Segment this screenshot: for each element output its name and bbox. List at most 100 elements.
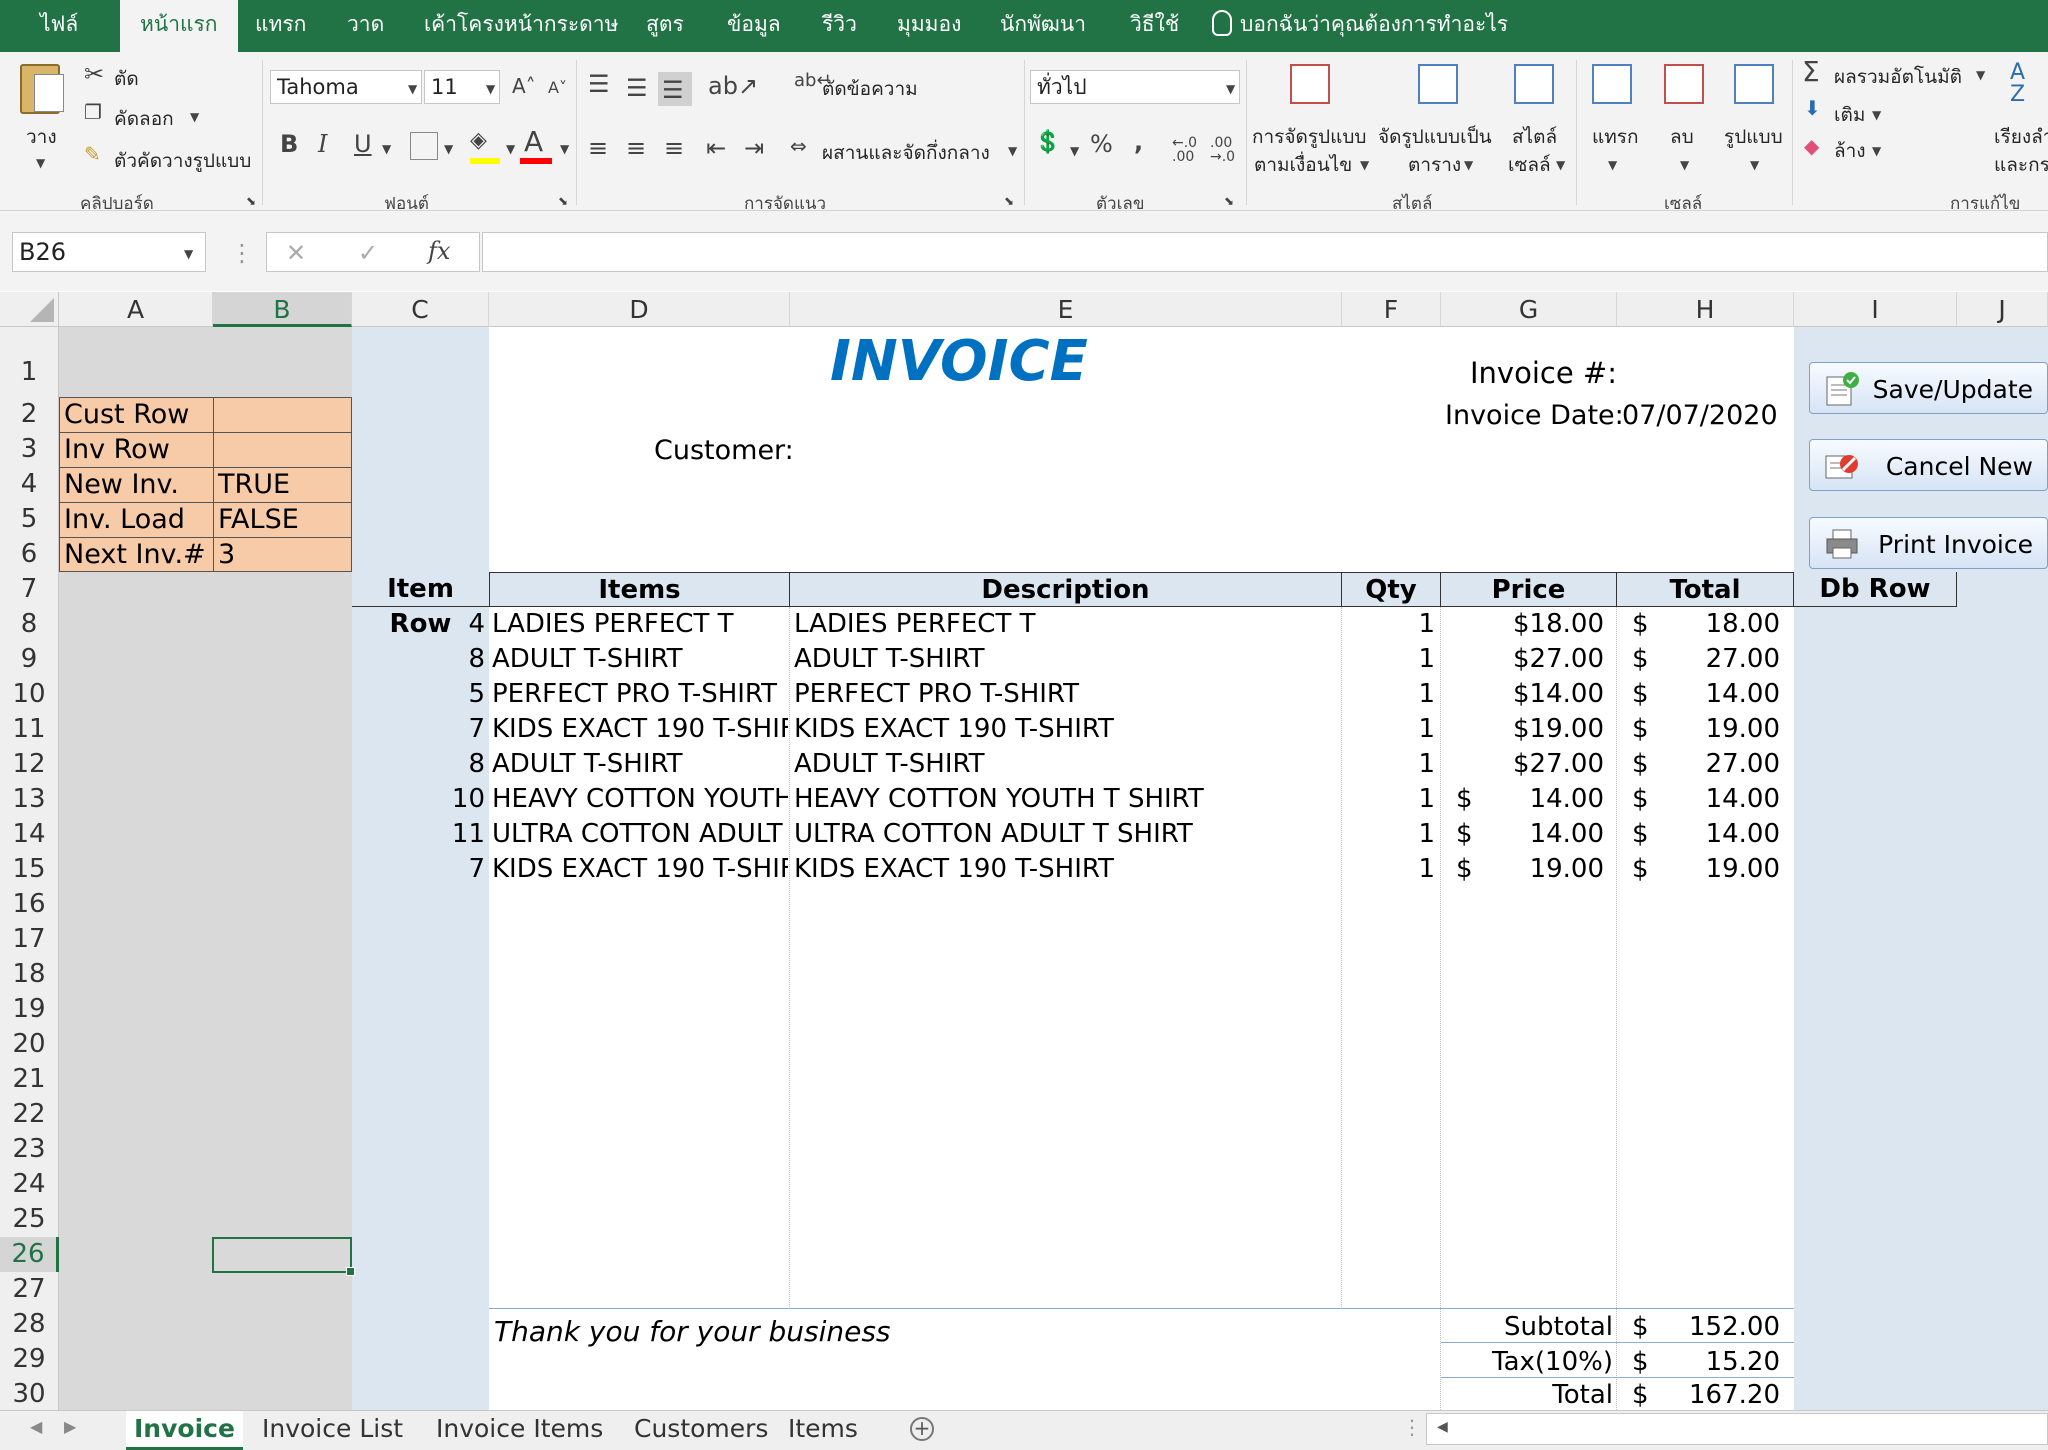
comma-style-button[interactable]: , [1134, 130, 1143, 154]
column-header-e[interactable]: E [790, 292, 1342, 327]
tell-me-search[interactable]: บอกฉันว่าคุณต้องการทำอะไร [1212, 0, 1508, 52]
row-header-14[interactable]: 14 [0, 817, 59, 852]
subtotal-value[interactable]: 152.00 [1617, 1310, 1780, 1345]
line-item-price[interactable]: $19.00 [1441, 712, 1604, 747]
sheet-tab-customers[interactable]: Customers [634, 1411, 768, 1447]
increase-decimal-icon[interactable]: ←.0.00 [1172, 136, 1197, 164]
line-item-price[interactable]: $14.00 [1441, 677, 1604, 712]
align-top-icon[interactable]: ☰ [588, 72, 610, 96]
fill-handle[interactable] [346, 1267, 355, 1276]
line-item-total[interactable]: 14.00 [1617, 677, 1780, 712]
row-header-3[interactable]: 3 [0, 432, 59, 467]
cell-a3[interactable]: Inv Row [59, 432, 214, 468]
merge-center-button[interactable]: ผสานและจัดกึ่งกลาง [822, 138, 990, 168]
fill-button[interactable]: เติม [1834, 100, 1865, 130]
borders-dropdown-icon[interactable]: ▼ [444, 142, 453, 156]
align-left-icon[interactable]: ≡ [588, 136, 608, 160]
grow-font-icon[interactable]: A˄ [512, 76, 536, 96]
horizontal-scrollbar[interactable]: ◀ [1426, 1413, 2048, 1445]
line-item-qty[interactable]: 1 [1342, 677, 1435, 712]
line-item-qty[interactable]: 1 [1342, 642, 1435, 677]
line-item-name[interactable]: HEAVY COTTON YOUTH [492, 782, 788, 817]
tab-page-layout[interactable]: เค้าโครงหน้ากระดาษ [424, 0, 618, 52]
clipboard-launcher-icon[interactable]: ⬊ [246, 194, 256, 208]
cancel-new-button[interactable]: Cancel New [1809, 439, 2048, 491]
row-header-16[interactable]: 16 [0, 887, 59, 922]
number-format-dropdown[interactable]: ทั่วไป [1030, 70, 1240, 104]
line-item-total[interactable]: 14.00 [1617, 782, 1780, 817]
line-item-total[interactable]: 27.00 [1617, 642, 1780, 677]
row-header-22[interactable]: 22 [0, 1097, 59, 1132]
italic-button[interactable]: I [318, 132, 327, 156]
line-item-row[interactable]: 8 [352, 642, 485, 677]
sheet-tab-invoice[interactable]: Invoice [126, 1411, 243, 1450]
line-item-description[interactable]: PERFECT PRO T-SHIRT [794, 677, 1340, 712]
tab-formulas[interactable]: สูตร [646, 0, 684, 52]
line-item-name[interactable]: ADULT T-SHIRT [492, 747, 788, 782]
column-header-a[interactable]: A [59, 292, 213, 327]
column-header-b[interactable]: B [213, 292, 352, 327]
font-launcher-icon[interactable]: ⬊ [558, 194, 568, 208]
tab-help[interactable]: วิธีใช้ [1130, 0, 1179, 52]
cell-styles-button[interactable]: สไตล์ [1512, 122, 1557, 152]
orientation-icon[interactable]: ab↗ [708, 74, 758, 98]
align-middle-icon[interactable]: ☰ [626, 76, 648, 100]
row-header-25[interactable]: 25 [0, 1202, 59, 1237]
row-header-2[interactable]: 2 [0, 397, 59, 432]
percent-style-button[interactable]: % [1090, 132, 1113, 156]
font-color-icon[interactable]: A [524, 128, 543, 156]
tax-value[interactable]: 15.20 [1617, 1345, 1780, 1380]
line-item-total[interactable]: 14.00 [1617, 817, 1780, 852]
select-all-button[interactable] [0, 292, 59, 327]
column-header-j[interactable]: J [1957, 292, 2048, 327]
font-name-dropdown[interactable]: Tahoma [270, 70, 422, 104]
accounting-format-icon[interactable]: 💲 [1034, 132, 1061, 154]
row-header-6[interactable]: 6 [0, 537, 59, 572]
line-item-qty[interactable]: 1 [1342, 712, 1435, 747]
column-header-h[interactable]: H [1617, 292, 1794, 327]
row-header-21[interactable]: 21 [0, 1062, 59, 1097]
cell-a6[interactable]: Next Inv.# [59, 537, 214, 572]
tab-data[interactable]: ข้อมูล [727, 0, 781, 52]
cell-b3[interactable] [213, 432, 352, 468]
line-item-row[interactable]: 5 [352, 677, 485, 712]
cancel-icon[interactable]: ✕ [286, 241, 306, 265]
underline-dropdown-icon[interactable]: ▼ [382, 142, 391, 156]
bold-button[interactable]: B [280, 132, 298, 156]
fill-color-dropdown-icon[interactable]: ▼ [506, 142, 515, 156]
scroll-left-arrow-icon[interactable]: ◀ [1437, 1420, 1448, 1434]
column-header-g[interactable]: G [1441, 292, 1617, 327]
row-header-5[interactable]: 5 [0, 502, 59, 537]
tab-view[interactable]: มุมมอง [897, 0, 961, 52]
row-header-18[interactable]: 18 [0, 957, 59, 992]
scroll-right-icon[interactable]: ▶ [64, 1419, 76, 1435]
cut-button[interactable]: ตัด [114, 64, 139, 94]
decrease-decimal-icon[interactable]: .00 →.0 [1210, 136, 1235, 164]
number-launcher-icon[interactable]: ⬊ [1224, 194, 1234, 208]
cell-b2[interactable] [213, 397, 352, 433]
cell-b5[interactable]: FALSE [213, 502, 352, 538]
row-header-23[interactable]: 23 [0, 1132, 59, 1167]
row-header-12[interactable]: 12 [0, 747, 59, 782]
insert-function-button[interactable]: fx [428, 239, 450, 263]
column-header-d[interactable]: D [489, 292, 790, 327]
line-item-row[interactable]: 7 [352, 852, 485, 887]
autosum-button[interactable]: ผลรวมอัตโนมัติ [1834, 62, 1962, 92]
line-item-name[interactable]: KIDS EXACT 190 T-SHIF [492, 852, 788, 887]
line-item-total[interactable]: 18.00 [1617, 607, 1780, 642]
sheet-tab-invoice-items[interactable]: Invoice Items [436, 1411, 603, 1447]
line-item-description[interactable]: ADULT T-SHIRT [794, 642, 1340, 677]
row-header-27[interactable]: 27 [0, 1272, 59, 1307]
shrink-font-icon[interactable]: A˅ [548, 80, 567, 96]
row-header-28[interactable]: 28 [0, 1307, 59, 1342]
align-right-icon[interactable]: ≡ [664, 136, 684, 160]
line-item-total[interactable]: 27.00 [1617, 747, 1780, 782]
line-item-price[interactable]: 14.00 [1441, 817, 1604, 852]
line-item-name[interactable]: ULTRA COTTON ADULT [492, 817, 788, 852]
selected-cell-b26[interactable] [212, 1237, 355, 1276]
cell-b6[interactable]: 3 [213, 537, 352, 572]
delete-cells-button[interactable]: ลบ [1670, 122, 1694, 152]
row-header-8[interactable]: 8 [0, 607, 59, 642]
line-item-row[interactable]: 4 [352, 607, 485, 642]
borders-icon[interactable] [410, 132, 438, 160]
